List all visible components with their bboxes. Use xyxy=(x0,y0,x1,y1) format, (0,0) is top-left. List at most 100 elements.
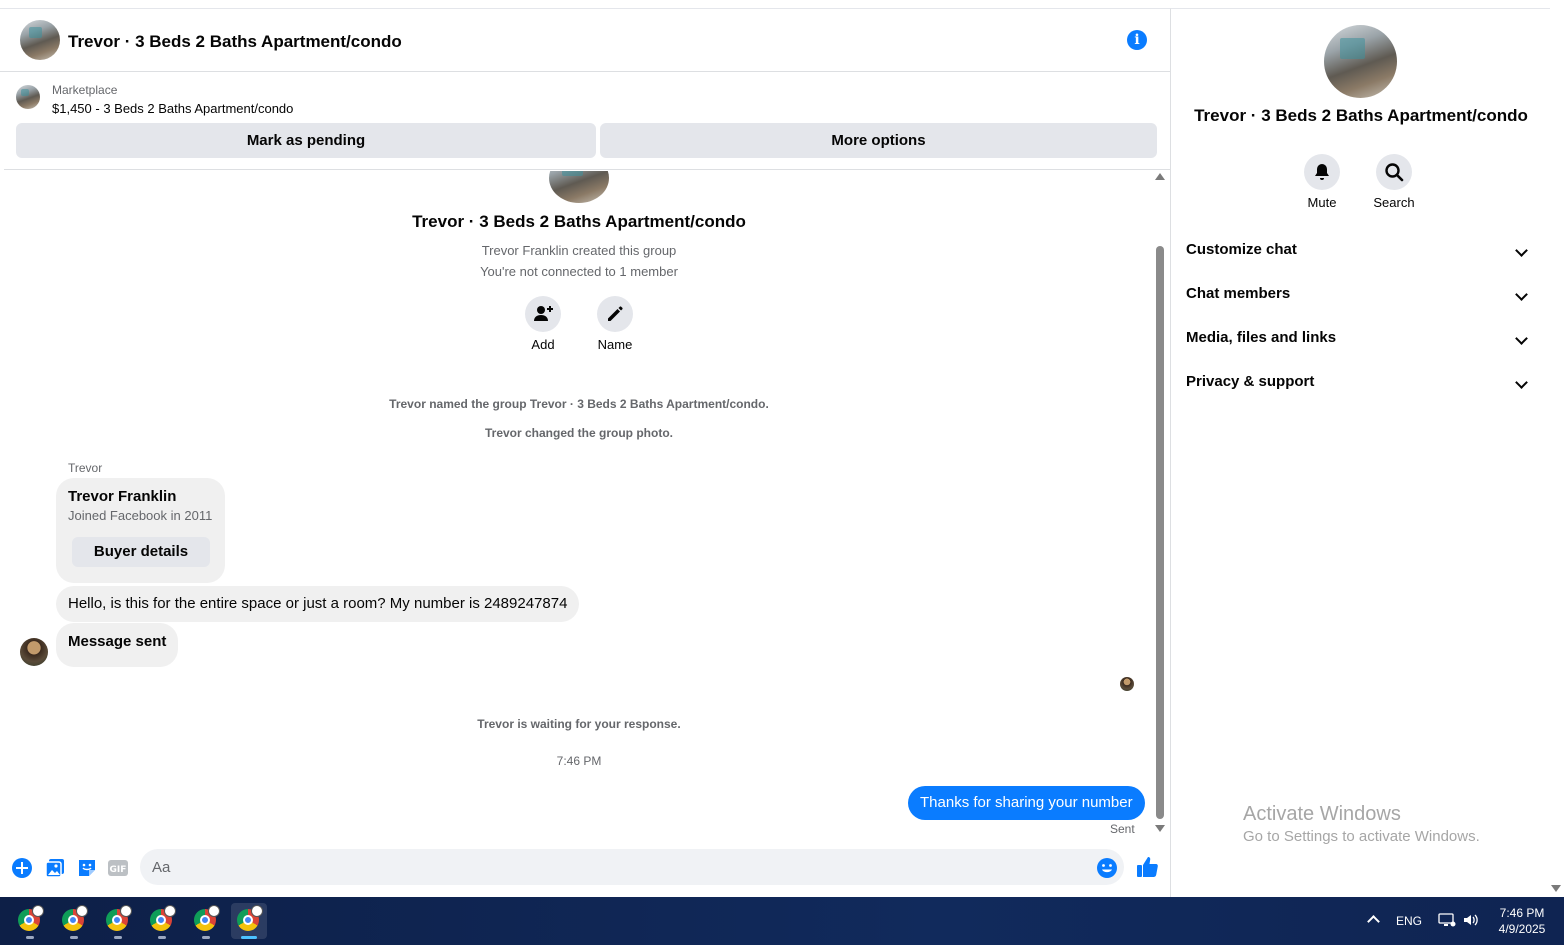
profile-badge-icon xyxy=(32,905,44,917)
windows-taskbar xyxy=(0,897,1564,945)
running-indicator xyxy=(202,936,210,939)
customize-chat-section[interactable]: Customize chat xyxy=(1186,231,1536,271)
profile-badge-icon xyxy=(76,905,88,917)
waiting-note: Trevor is waiting for your response. xyxy=(477,717,681,731)
bell-icon xyxy=(1315,164,1329,180)
watermark-title: Activate Windows xyxy=(1243,803,1401,825)
profile-badge-icon xyxy=(164,905,176,917)
message-timestamp: 7:46 PM xyxy=(556,754,602,768)
listing-thumbnail[interactable] xyxy=(16,85,40,109)
more-options-button[interactable]: More options xyxy=(600,123,1157,158)
connected-note: You're not connected to 1 member xyxy=(480,264,678,279)
chrome-taskbar-button[interactable] xyxy=(144,903,180,939)
chrome-taskbar-button[interactable] xyxy=(100,903,136,939)
network-icon[interactable] xyxy=(1438,912,1456,928)
running-indicator xyxy=(70,936,78,939)
gif-icon[interactable]: GIF xyxy=(107,857,129,879)
add-person-icon xyxy=(534,306,553,321)
watermark-subtitle: Go to Settings to activate Windows. xyxy=(1243,828,1480,845)
details-group-avatar[interactable] xyxy=(1324,25,1397,98)
chat-members-section[interactable]: Chat members xyxy=(1186,275,1536,315)
outgoing-message[interactable]: Thanks for sharing your number xyxy=(908,786,1145,820)
buyer-joined: Joined Facebook in 2011 xyxy=(68,508,213,523)
mute-button[interactable] xyxy=(1304,154,1340,190)
system-clock[interactable]: 7:46 PM 4/9/2025 xyxy=(1490,905,1554,937)
volume-icon[interactable] xyxy=(1462,912,1480,928)
buyer-profile-card: Trevor Franklin Joined Facebook in 2011 … xyxy=(56,478,225,583)
pencil-icon xyxy=(608,306,623,321)
image-icon[interactable] xyxy=(44,857,66,879)
search-label: Search xyxy=(1373,195,1415,210)
name-label: Name xyxy=(597,337,633,352)
add-label: Add xyxy=(531,337,555,352)
message-input[interactable] xyxy=(140,849,1124,885)
profile-badge-icon xyxy=(208,905,220,917)
group-avatar[interactable] xyxy=(20,20,60,60)
section-label: Customize chat xyxy=(1186,241,1297,258)
page-scroll-down-arrow[interactable] xyxy=(1551,885,1561,892)
chat-details-panel: Trevor · 3 Beds 2 Baths Apartment/condo … xyxy=(1170,8,1550,897)
chat-header: Trevor · 3 Beds 2 Baths Apartment/condo … xyxy=(0,9,1170,72)
chrome-taskbar-button[interactable] xyxy=(188,903,224,939)
chrome-taskbar-button[interactable] xyxy=(56,903,92,939)
rename-group-button[interactable] xyxy=(597,296,633,332)
clock-date: 4/9/2025 xyxy=(1498,922,1546,936)
group-named-note: Trevor named the group Trevor · 3 Beds 2… xyxy=(389,397,769,411)
scroll-thumb[interactable] xyxy=(1156,246,1164,819)
sent-status: Sent xyxy=(1110,822,1135,836)
group-photo xyxy=(549,171,609,203)
created-note: Trevor Franklin created this group xyxy=(481,243,677,258)
thumbs-up-icon[interactable] xyxy=(1135,855,1159,879)
search-button[interactable] xyxy=(1376,154,1412,190)
section-label: Media, files and links xyxy=(1186,329,1337,346)
buyer-name[interactable]: Trevor Franklin xyxy=(68,488,176,505)
message-composer: GIF xyxy=(0,845,1170,891)
privacy-support-section[interactable]: Privacy & support xyxy=(1186,363,1536,403)
seen-indicator-avatar xyxy=(1120,677,1134,691)
section-label: Privacy & support xyxy=(1186,373,1315,390)
language-indicator[interactable]: ENG xyxy=(1396,914,1422,928)
group-photo-note: Trevor changed the group photo. xyxy=(484,426,673,440)
chrome-taskbar-button-active[interactable] xyxy=(231,903,267,939)
emoji-icon[interactable] xyxy=(1096,857,1118,879)
listing-title[interactable]: $1,450 - 3 Beds 2 Baths Apartment/condo xyxy=(52,101,293,116)
section-label: Chat members xyxy=(1186,285,1291,302)
chat-title[interactable]: Trevor · 3 Beds 2 Baths Apartment/condo xyxy=(68,32,402,52)
info-icon[interactable]: i xyxy=(1127,30,1147,50)
plus-icon[interactable] xyxy=(11,857,33,879)
mark-as-pending-button[interactable]: Mark as pending xyxy=(16,123,596,158)
chrome-taskbar-button[interactable] xyxy=(12,903,48,939)
chevron-down-icon xyxy=(1515,376,1528,389)
message-list[interactable]: Trevor · 3 Beds 2 Baths Apartment/condo … xyxy=(4,171,1154,841)
mute-label: Mute xyxy=(1307,195,1337,210)
message-scrollbar[interactable] xyxy=(1154,171,1166,839)
chat-pane: Trevor · 3 Beds 2 Baths Apartment/condo … xyxy=(0,0,1170,897)
running-indicator xyxy=(158,936,166,939)
profile-badge-icon xyxy=(120,905,132,917)
add-member-button[interactable] xyxy=(525,296,561,332)
activate-windows-watermark: Activate Windows Go to Settings to activ… xyxy=(1243,803,1480,845)
incoming-message[interactable]: Message sent xyxy=(56,623,179,667)
chevron-down-icon xyxy=(1515,288,1528,301)
running-indicator xyxy=(114,936,122,939)
buyer-details-button[interactable]: Buyer details xyxy=(72,537,210,567)
marketplace-banner: Marketplace $1,450 - 3 Beds 2 Baths Apar… xyxy=(4,73,1170,170)
sender-name: Trevor xyxy=(68,461,103,475)
chevron-down-icon xyxy=(1515,244,1528,257)
scroll-up-arrow[interactable] xyxy=(1155,173,1165,180)
sender-avatar[interactable] xyxy=(20,638,48,666)
sticker-icon[interactable] xyxy=(76,857,98,879)
details-title: Trevor · 3 Beds 2 Baths Apartment/condo xyxy=(1194,106,1528,125)
search-icon xyxy=(1385,163,1404,182)
svg-text:GIF: GIF xyxy=(110,865,127,875)
running-indicator xyxy=(26,936,34,939)
marketplace-label: Marketplace xyxy=(52,83,118,97)
incoming-message[interactable]: Hello, is this for the entire space or j… xyxy=(56,586,580,622)
profile-badge-icon xyxy=(251,905,263,917)
scroll-down-arrow[interactable] xyxy=(1155,825,1165,832)
chevron-down-icon xyxy=(1515,332,1528,345)
media-files-links-section[interactable]: Media, files and links xyxy=(1186,319,1536,359)
clock-time: 7:46 PM xyxy=(1499,906,1545,920)
group-title: Trevor · 3 Beds 2 Baths Apartment/condo xyxy=(412,212,746,231)
running-indicator xyxy=(241,936,257,939)
